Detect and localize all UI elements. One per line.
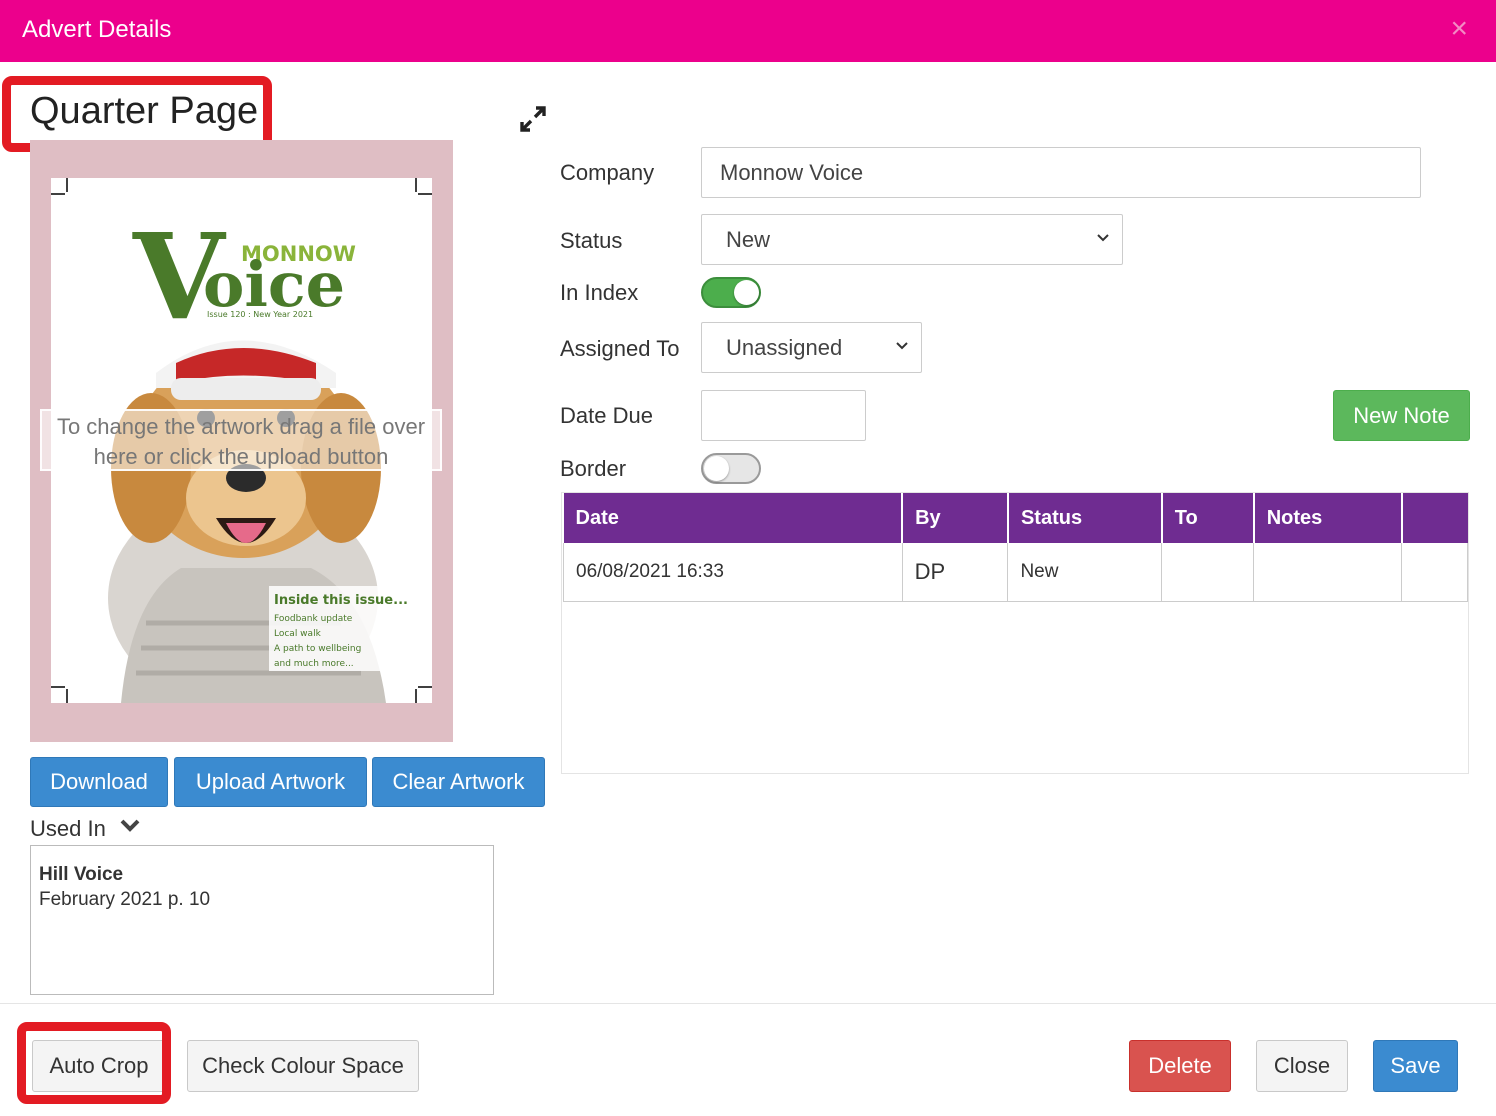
date-due-field[interactable] xyxy=(701,390,866,441)
assigned-to-select[interactable]: Unassigned xyxy=(701,322,922,373)
delete-button[interactable]: Delete xyxy=(1129,1040,1231,1092)
inside-item: and much more... xyxy=(274,659,354,669)
column-header-status[interactable]: Status xyxy=(1007,493,1163,543)
cell-actions xyxy=(1401,543,1468,602)
column-header-to[interactable]: To xyxy=(1161,493,1255,543)
chevron-down-icon xyxy=(1097,234,1109,242)
company-label: Company xyxy=(560,160,655,185)
cell-status: New xyxy=(1007,543,1163,602)
drop-hint-line: To change the artwork drag a file over xyxy=(56,414,426,439)
assigned-to-label: Assigned To xyxy=(560,336,680,361)
close-icon[interactable]: × xyxy=(1450,12,1468,46)
in-index-toggle[interactable] xyxy=(701,277,761,308)
footer-divider xyxy=(0,1003,1496,1004)
close-button[interactable]: Close xyxy=(1256,1040,1348,1092)
used-in-list: Hill Voice February 2021 p. 10 xyxy=(30,845,494,995)
date-due-label: Date Due xyxy=(560,403,653,428)
toggle-knob xyxy=(704,456,729,481)
company-value: Monnow Voice xyxy=(720,159,864,185)
dialog-title: Advert Details xyxy=(22,16,172,43)
inside-item: A path to wellbeing xyxy=(274,644,361,654)
column-header-actions xyxy=(1401,493,1468,543)
chevron-down-icon xyxy=(896,342,908,350)
notes-table-container: Date By Status To Notes 06/08/2021 16:33… xyxy=(561,492,1469,774)
upload-artwork-button[interactable]: Upload Artwork xyxy=(174,757,367,807)
in-index-label: In Index xyxy=(560,280,639,305)
new-note-button[interactable]: New Note xyxy=(1333,390,1470,441)
company-field[interactable]: Monnow Voice xyxy=(701,147,1421,198)
inside-item: Local walk xyxy=(274,629,322,639)
artwork-drop-hint: To change the artwork drag a file over h… xyxy=(40,409,442,471)
status-select-value: New xyxy=(726,226,771,252)
cell-date: 06/08/2021 16:33 xyxy=(563,543,903,602)
cell-notes xyxy=(1253,543,1403,602)
column-header-date[interactable]: Date xyxy=(563,493,904,543)
save-button[interactable]: Save xyxy=(1373,1040,1458,1092)
used-in-label: Used In xyxy=(30,816,106,841)
column-header-notes[interactable]: Notes xyxy=(1253,493,1403,543)
download-button[interactable]: Download xyxy=(30,757,168,807)
used-in-publication[interactable]: Hill Voice xyxy=(39,864,123,886)
border-label: Border xyxy=(560,456,627,481)
toggle-knob xyxy=(734,280,759,305)
drop-hint-line: here or click the upload button xyxy=(93,444,389,469)
cell-to xyxy=(1161,543,1255,602)
expand-icon[interactable] xyxy=(518,104,548,134)
column-header-by[interactable]: By xyxy=(902,493,1009,543)
artwork-dropzone[interactable]: V MONNOW oice Issue 120 : New Year 2021 xyxy=(30,140,453,742)
inside-title: Inside this issue... xyxy=(274,593,408,608)
clear-artwork-button[interactable]: Clear Artwork xyxy=(372,757,545,807)
used-in-issue: February 2021 p. 10 xyxy=(39,889,211,910)
check-colour-space-button[interactable]: Check Colour Space xyxy=(187,1040,419,1092)
assigned-to-value: Unassigned xyxy=(726,334,843,360)
highlight-annotation xyxy=(17,1022,171,1104)
table-header-row: Date By Status To Notes xyxy=(563,493,1468,543)
status-select[interactable]: New xyxy=(701,214,1123,265)
notes-table: Date By Status To Notes 06/08/2021 16:33… xyxy=(563,493,1468,602)
border-toggle[interactable] xyxy=(701,453,761,484)
table-row[interactable]: 06/08/2021 16:33 DP New xyxy=(563,543,1468,602)
status-label: Status xyxy=(560,228,623,253)
issue-line: Issue 120 : New Year 2021 xyxy=(207,310,313,319)
inside-item: Foodbank update xyxy=(274,614,353,624)
dialog-titlebar: Advert Details × xyxy=(0,0,1496,62)
chevron-down-icon[interactable] xyxy=(120,818,140,834)
cell-by: DP xyxy=(901,543,1009,602)
